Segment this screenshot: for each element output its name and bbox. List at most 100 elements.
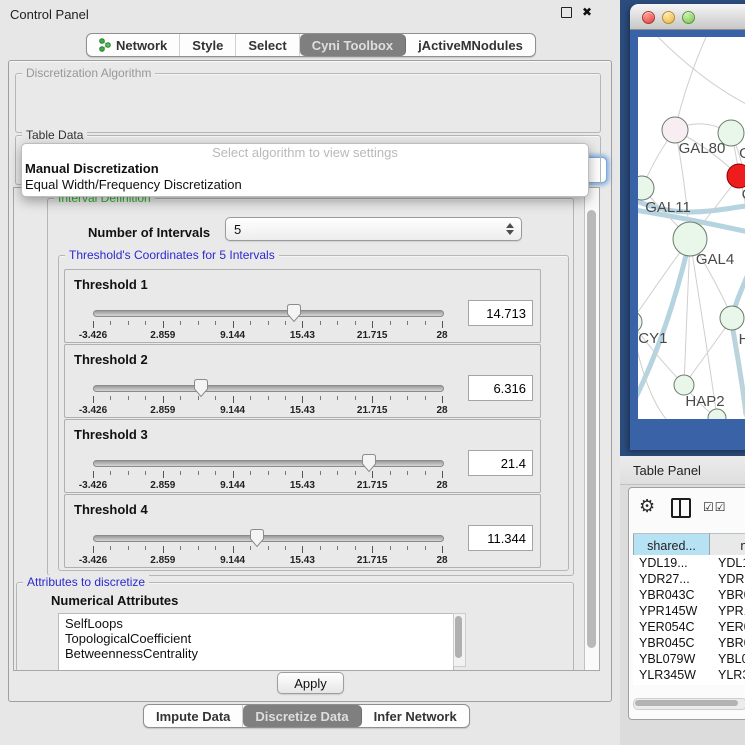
tab-discretize-data[interactable]: Discretize Data	[243, 705, 361, 727]
slider-thumb[interactable]	[361, 453, 377, 473]
attribute-list-item[interactable]: TopologicalCoefficient	[65, 631, 453, 646]
network-node[interactable]	[708, 409, 726, 419]
tick-label: -3.426	[79, 405, 107, 416]
table-row[interactable]: YER054CYER05	[633, 619, 745, 635]
cell-shared-name[interactable]: YBR043C	[633, 587, 712, 603]
cell-name[interactable]: YDL19	[712, 555, 745, 571]
tab-impute-data[interactable]: Impute Data	[144, 705, 243, 727]
network-canvas[interactable]: GAL80GACGAL11GAL4GCY1HHAP2	[638, 37, 745, 419]
threshold-slider[interactable]: -3.4262.8599.14415.4321.71528	[93, 270, 442, 342]
cell-name[interactable]: YIL05	[712, 683, 745, 685]
slider-track[interactable]	[93, 385, 444, 392]
threshold-slider[interactable]: -3.4262.8599.14415.4321.71528	[93, 420, 442, 492]
table-panel-header: Table Panel	[620, 456, 745, 485]
tab-infer-network[interactable]: Infer Network	[362, 705, 469, 727]
cell-name[interactable]: YBR04	[712, 587, 745, 603]
attributes-group: Attributes to discretize Numerical Attri…	[16, 582, 574, 671]
cell-shared-name[interactable]: YDL19...	[633, 555, 712, 571]
cell-name[interactable]: YER05	[712, 619, 745, 635]
network-node[interactable]	[638, 176, 654, 200]
columns-icon[interactable]	[671, 498, 691, 518]
num-intervals-value: 5	[234, 222, 241, 237]
slider-thumb[interactable]	[193, 378, 209, 398]
tick-label: 28	[436, 555, 447, 566]
settings-scroll-area: Interval Definition Number of Intervals …	[13, 187, 600, 671]
settings-scrollbar-thumb[interactable]	[587, 210, 596, 648]
network-window-titlebar[interactable]	[630, 4, 745, 30]
table-row[interactable]: YPR145WYPR14	[633, 603, 745, 619]
cell-shared-name[interactable]: YBR045C	[633, 635, 712, 651]
close-window-icon[interactable]	[642, 11, 655, 24]
tab-label: Cyni Toolbox	[312, 38, 393, 53]
network-node-label: GAL11	[645, 199, 691, 216]
tab-jactivemnodules[interactable]: jActiveMNodules	[406, 34, 535, 56]
dropdown-item-equal-width[interactable]: Equal Width/Frequency Discretization	[22, 177, 588, 193]
tick-label: 2.859	[150, 405, 175, 416]
table-hscrollbar-thumb[interactable]	[635, 700, 738, 706]
slider-track[interactable]	[93, 310, 444, 317]
cell-shared-name[interactable]: YBL079W	[633, 651, 712, 667]
dropdown-item-manual[interactable]: Manual Discretization	[22, 161, 588, 177]
cell-shared-name[interactable]: YIL053C	[633, 683, 712, 685]
tab-style[interactable]: Style	[180, 34, 236, 56]
numerical-attributes-list[interactable]: SelfLoopsTopologicalCoefficientBetweenne…	[58, 613, 454, 671]
threshold-slider[interactable]: -3.4262.8599.14415.4321.71528	[93, 345, 442, 417]
threshold-slider[interactable]: -3.4262.8599.14415.4321.71528	[93, 495, 442, 567]
cell-name[interactable]: YPR14	[712, 603, 745, 619]
float-panel-icon[interactable]	[561, 7, 572, 18]
cell-name[interactable]: YDR27	[712, 571, 745, 587]
table-row[interactable]: YDL19...YDL19	[633, 555, 745, 571]
table-data-group-label: Table Data	[22, 128, 87, 142]
attribute-list-item[interactable]: BetweennessCentrality	[65, 646, 453, 661]
cell-shared-name[interactable]: YPR145W	[633, 603, 712, 619]
slider-track[interactable]	[93, 460, 444, 467]
table-row[interactable]: YBR045CYBR04	[633, 635, 745, 651]
close-panel-icon[interactable]: ✖	[582, 7, 592, 18]
cell-name[interactable]: YBR04	[712, 635, 745, 651]
control-panel-titlebar: Control Panel ✖	[0, 0, 620, 28]
table-row[interactable]: YBL079WYBL07	[633, 651, 745, 667]
tab-select[interactable]: Select	[236, 34, 299, 56]
attribute-list-item[interactable]: SelfLoops	[65, 616, 453, 631]
settings-vertical-scrollbar[interactable]	[584, 188, 599, 670]
num-intervals-combobox[interactable]: 5	[225, 217, 522, 241]
tab-network[interactable]: Network	[87, 34, 180, 56]
node-table-rows: YDL19...YDL19YDR27...YDR27YBR043CYBR04YP…	[633, 555, 745, 685]
slider-track[interactable]	[93, 535, 444, 542]
tab-cyni-toolbox[interactable]: Cyni Toolbox	[300, 34, 406, 56]
slider-tick-labels: -3.4262.8599.14415.4321.71528	[93, 405, 442, 416]
dropdown-placeholder-item[interactable]: Select algorithm to view settings	[22, 144, 588, 161]
cell-shared-name[interactable]: YER054C	[633, 619, 712, 635]
table-row[interactable]: YDR27...YDR27	[633, 571, 745, 587]
network-node[interactable]	[720, 306, 744, 330]
cell-shared-name[interactable]: YLR345W	[633, 667, 712, 683]
threshold-value-field[interactable]	[468, 450, 533, 476]
threshold-value-field[interactable]	[468, 300, 533, 326]
network-node[interactable]	[718, 120, 744, 146]
select-columns-checkboxes-icon[interactable]: ☑☑	[703, 500, 727, 514]
zoom-window-icon[interactable]	[682, 11, 695, 24]
tick-label: 21.715	[357, 555, 388, 566]
minimize-window-icon[interactable]	[662, 11, 675, 24]
threshold-panel: Threshold 3 -3.4262.8599.14415.4321.7152…	[64, 419, 541, 493]
network-node[interactable]	[674, 375, 694, 395]
threshold-value-field[interactable]	[468, 525, 533, 551]
table-row[interactable]: YIL053CYIL05	[633, 683, 745, 685]
thresholds-group: Threshold's Coordinates for 5 Intervals …	[58, 255, 569, 571]
table-horizontal-scrollbar[interactable]	[633, 698, 745, 710]
tick-label: 9.144	[220, 330, 245, 341]
slider-ticks	[93, 546, 442, 554]
apply-button[interactable]: Apply	[277, 672, 344, 694]
attributes-scrollbar-thumb[interactable]	[455, 616, 462, 658]
slider-thumb[interactable]	[286, 303, 302, 323]
slider-thumb[interactable]	[249, 528, 265, 548]
table-row[interactable]: YLR345WYLR34	[633, 667, 745, 683]
gear-icon[interactable]: ⚙	[639, 496, 655, 516]
threshold-value-field[interactable]	[468, 375, 533, 401]
cell-name[interactable]: YLR34	[712, 667, 745, 683]
attributes-list-scrollbar[interactable]	[453, 613, 466, 667]
cell-shared-name[interactable]: YDR27...	[633, 571, 712, 587]
table-row[interactable]: YBR043CYBR04	[633, 587, 745, 603]
cell-name[interactable]: YBL07	[712, 651, 745, 667]
network-edge[interactable]	[675, 37, 706, 130]
